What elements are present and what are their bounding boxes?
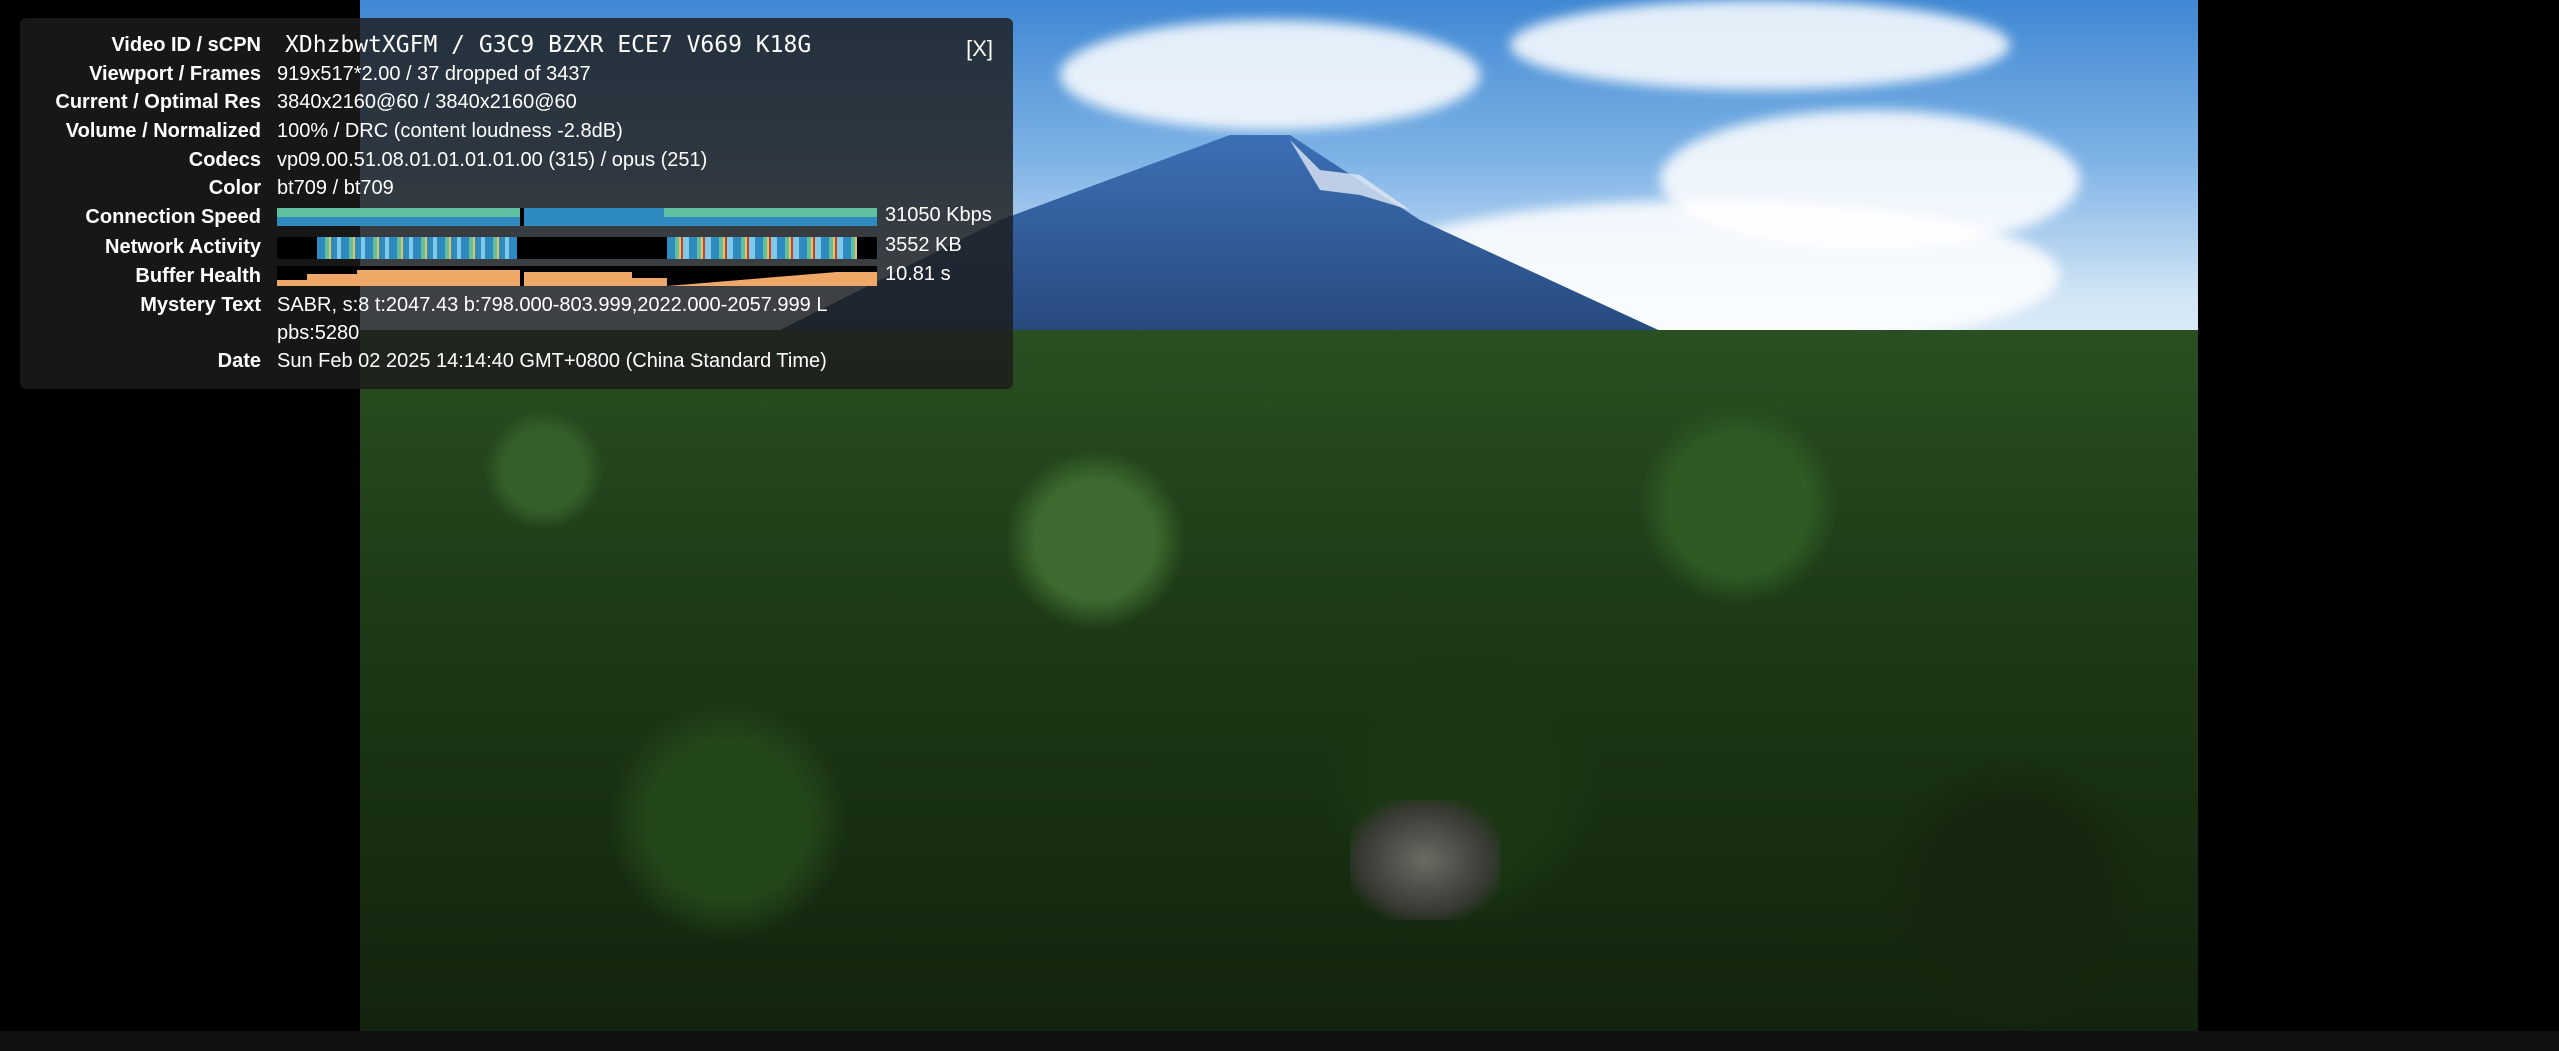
stats-label: Date xyxy=(217,349,261,372)
graph-segment xyxy=(664,208,877,217)
stats-label: Viewport / Frames xyxy=(89,62,261,85)
stats-value: SABR, s:8 t:2047.43 b:798.000-803.999,20… xyxy=(277,293,828,316)
stats-for-nerds-panel: [X] Video ID / sCPN XDhzbwtXGFM / G3C9 B… xyxy=(20,18,1013,389)
stats-value: vp09.00.51.08.01.01.01.01.00 (315) / opu… xyxy=(277,148,708,171)
buffer-health-graph xyxy=(277,266,877,286)
stats-value: 3840x2160@60 / 3840x2160@60 xyxy=(277,90,577,113)
close-button[interactable]: [X] xyxy=(966,36,993,62)
network-activity-graph xyxy=(277,237,877,259)
stats-value: 100% / DRC (content loudness -2.8dB) xyxy=(277,119,623,142)
connection-speed-value: 31050 Kbps xyxy=(885,204,992,226)
rocks xyxy=(1350,800,1500,920)
forest xyxy=(360,330,2198,1031)
cloud xyxy=(1060,20,1480,130)
stats-label: Mystery Text xyxy=(140,293,261,316)
connection-speed-graph xyxy=(277,208,877,226)
stats-value: Sun Feb 02 2025 14:14:40 GMT+0800 (China… xyxy=(277,349,827,372)
bottom-bar xyxy=(0,1031,2559,1051)
graph-segment xyxy=(524,208,664,226)
network-activity-value: 3552 KB xyxy=(885,234,962,256)
stats-value: pbs:5280 xyxy=(277,321,360,344)
buffer-health-value: 10.81 s xyxy=(885,263,951,285)
cloud xyxy=(1510,0,2010,90)
stats-value: 919x517*2.00 / 37 dropped of 3437 xyxy=(277,62,591,85)
stats-label: Buffer Health xyxy=(135,264,261,287)
graph-segment xyxy=(317,237,517,259)
stats-label: Network Activity xyxy=(105,235,261,258)
stats-value: XDhzbwtXGFM / G3C9 BZXR ECE7 V669 K18G xyxy=(285,32,812,58)
stats-label: Video ID / sCPN xyxy=(111,33,261,56)
graph-segment xyxy=(277,208,520,217)
stats-label: Volume / Normalized xyxy=(65,119,261,142)
stats-label: Connection Speed xyxy=(85,205,261,228)
stats-label: Current / Optimal Res xyxy=(55,90,261,113)
stats-value: bt709 / bt709 xyxy=(277,176,394,199)
stats-label: Codecs xyxy=(188,148,261,171)
graph-segment xyxy=(667,237,857,259)
stats-label: Color xyxy=(208,176,261,199)
